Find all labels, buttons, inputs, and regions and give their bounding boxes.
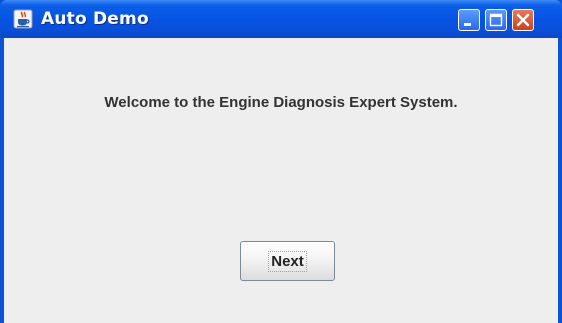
maximize-button[interactable] bbox=[485, 9, 507, 31]
next-button[interactable]: Next bbox=[240, 241, 335, 281]
maximize-icon bbox=[489, 13, 503, 27]
close-icon bbox=[516, 13, 530, 27]
minimize-button[interactable] bbox=[458, 9, 480, 31]
window-title: Auto Demo bbox=[41, 9, 149, 29]
close-button[interactable] bbox=[512, 9, 534, 31]
content-panel: Welcome to the Engine Diagnosis Expert S… bbox=[4, 38, 558, 323]
app-window: Auto Demo Welcome to the Engine Diagnosi… bbox=[0, 0, 562, 323]
title-bar[interactable]: Auto Demo bbox=[0, 0, 562, 38]
welcome-message: Welcome to the Engine Diagnosis Expert S… bbox=[104, 94, 458, 111]
java-coffee-cup-icon bbox=[13, 9, 33, 29]
next-button-label: Next bbox=[268, 250, 307, 272]
minimize-icon bbox=[464, 23, 471, 26]
